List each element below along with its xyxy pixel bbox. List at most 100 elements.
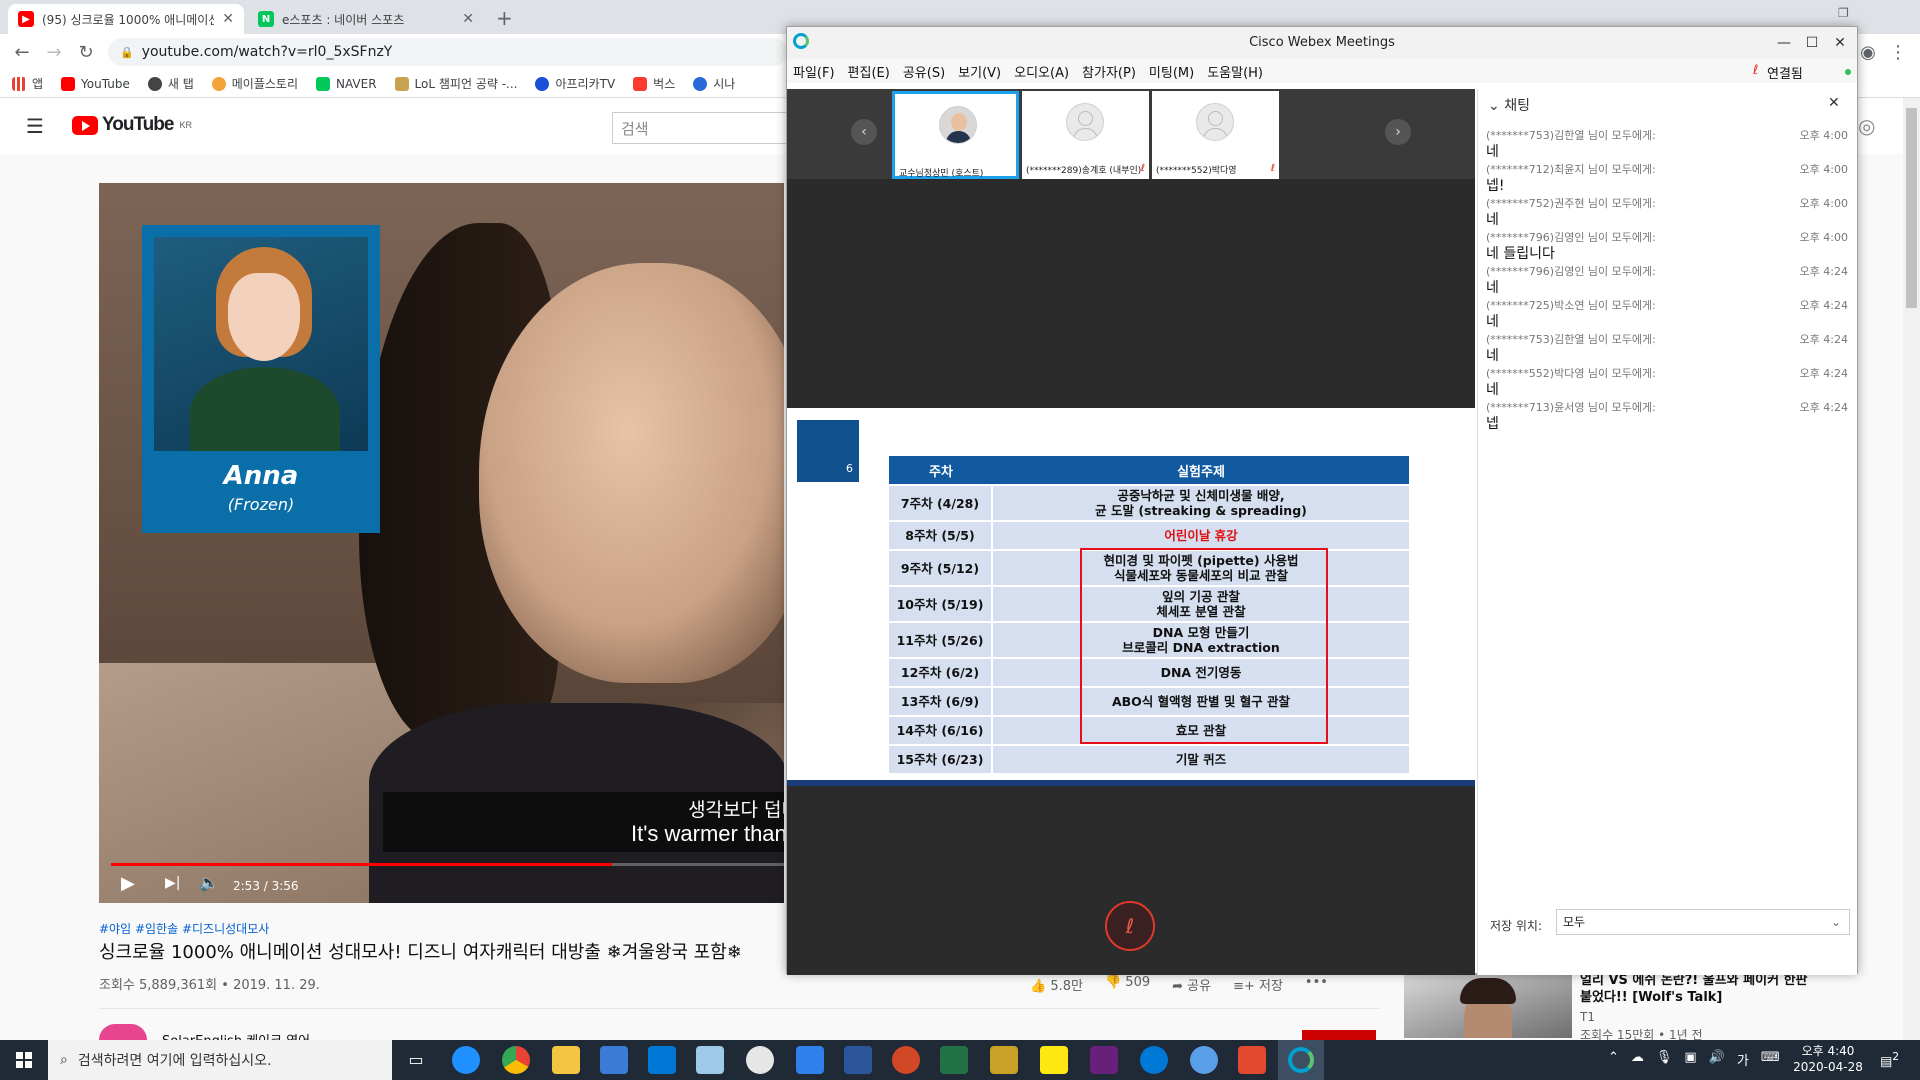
close-icon[interactable]: ✕	[1827, 31, 1853, 55]
back-icon[interactable]: ←	[10, 40, 34, 64]
bookmark-afreecatv[interactable]: 아프리카TV	[535, 75, 615, 92]
save-button[interactable]: ≡+ 저장	[1233, 975, 1283, 994]
recommended-video[interactable]: 얼리 VS 에쉬 논란?! 울프와 페이커 한판 붙었다!! [Wolf's T…	[1404, 972, 1824, 1042]
tab-naver-sports[interactable]: N e스포츠 : 네이버 스포츠 ✕	[248, 4, 484, 34]
notes-icon[interactable]	[696, 1046, 724, 1074]
recommended-thumbnail[interactable]	[1404, 974, 1572, 1038]
participant-tile[interactable]: (*******552)박다영 ℓ	[1152, 91, 1279, 179]
microphone-icon[interactable]: 🎙	[1656, 1050, 1673, 1069]
youtube-search-input[interactable]: 검색	[612, 112, 792, 144]
file-explorer-icon[interactable]	[552, 1046, 580, 1074]
scrollbar-thumb[interactable]	[1906, 108, 1917, 308]
participant-tile[interactable]: (*******289)송계호 (내부인) ℓ	[1022, 91, 1149, 179]
menu-file[interactable]: 파일(F)	[793, 62, 835, 81]
subscribe-button[interactable]	[1302, 1030, 1376, 1040]
task-view-icon[interactable]: ▭	[402, 1046, 430, 1074]
edge-icon[interactable]	[1140, 1046, 1168, 1074]
menu-share[interactable]: 공유(S)	[903, 62, 945, 81]
phone-icon[interactable]	[796, 1046, 824, 1074]
video-hashtags[interactable]: #야임 #임한솔 #디즈니성대모사	[99, 920, 269, 937]
menu-meeting[interactable]: 미팅(M)	[1149, 62, 1194, 81]
video-progress-bar[interactable]	[111, 863, 784, 866]
league-of-legends-icon[interactable]	[990, 1046, 1018, 1074]
chrome-menu-icon[interactable]: ⋮	[1886, 40, 1910, 64]
video-meta: 조회수 5,889,361회 • 2019. 11. 29.	[99, 978, 320, 993]
zoom-icon[interactable]	[1190, 1046, 1218, 1074]
paint-icon[interactable]	[746, 1046, 774, 1074]
hamburger-menu-icon[interactable]: ☰	[26, 114, 44, 138]
video-title: 싱크로율 1000% 애니메이션 성대모사! 디즈니 여자캐릭터 대방출 ❄겨울…	[99, 942, 742, 963]
chat-sender: (*******753)김한열 님이 모두에게:	[1486, 333, 1656, 346]
maximize-icon[interactable]: ☐	[1799, 31, 1825, 55]
mute-button[interactable]: ℓ	[1105, 901, 1155, 951]
network-icon[interactable]: ▣	[1684, 1050, 1696, 1069]
chat-close-icon[interactable]: ✕	[1828, 95, 1840, 111]
address-bar[interactable]: 🔒 youtube.com/watch?v=rl0_5xSFnzY	[108, 38, 788, 66]
chevron-up-icon[interactable]: ⌃	[1608, 1050, 1619, 1069]
cloud-icon[interactable]: ☁	[1631, 1050, 1644, 1069]
bookmark-youtube[interactable]: YouTube	[61, 76, 130, 91]
strip-next-icon[interactable]: ›	[1385, 119, 1411, 145]
profile-icon[interactable]: ◉	[1856, 40, 1880, 64]
matlab-icon[interactable]	[1238, 1046, 1266, 1074]
bookmark-lol[interactable]: LoL 챔피언 공략 -...	[394, 75, 517, 92]
week-cell: 7주차 (4/28)	[889, 486, 993, 520]
volume-icon[interactable]: 🔊	[1709, 1050, 1725, 1069]
menu-participants[interactable]: 참가자(P)	[1082, 62, 1136, 81]
table-row: 15주차 (6/23) 기말 퀴즈	[889, 746, 1409, 773]
page-scrollbar[interactable]	[1903, 98, 1920, 1040]
word-icon[interactable]	[844, 1046, 872, 1074]
edge-legacy-icon[interactable]	[452, 1046, 480, 1074]
close-tab-icon[interactable]: ✕	[462, 11, 474, 27]
webex-taskbar-button[interactable]	[1278, 1040, 1324, 1080]
visual-studio-icon[interactable]	[1090, 1046, 1118, 1074]
volume-icon[interactable]: 🔈	[199, 873, 219, 892]
chat-sender: (*******796)김영인 님이 모두에게:	[1486, 265, 1656, 278]
tab-youtube[interactable]: ▶ (95) 싱크로율 1000% 애니메이션 ✕	[8, 4, 244, 34]
taskbar-search-input[interactable]: ⌕ 검색하려면 여기에 입력하십시오.	[48, 1040, 392, 1080]
next-icon[interactable]: ▶|	[165, 875, 180, 891]
youtube-logo[interactable]: YouTube KR	[72, 114, 192, 136]
bookmark-apps[interactable]: 앱	[12, 75, 43, 92]
play-icon[interactable]: ▶	[121, 873, 141, 897]
close-tab-icon[interactable]: ✕	[222, 11, 234, 27]
powerpoint-icon[interactable]	[892, 1046, 920, 1074]
chat-header[interactable]: ⌄ 채팅	[1488, 95, 1530, 115]
like-button[interactable]: 👍 5.8만	[1030, 975, 1083, 994]
minimize-icon[interactable]: —	[1771, 31, 1797, 55]
new-tab-button[interactable]: +	[496, 6, 513, 30]
bookmark-maplestory[interactable]: 메이플스토리	[211, 75, 298, 92]
menu-audio[interactable]: 오디오(A)	[1014, 62, 1069, 81]
participant-tile[interactable]: 교수님정상민 (호스트)	[892, 91, 1019, 179]
bookmark-sina[interactable]: 시나	[693, 75, 735, 92]
start-button[interactable]	[0, 1040, 48, 1080]
strip-prev-icon[interactable]: ‹	[851, 119, 877, 145]
forward-icon[interactable]: →	[42, 40, 66, 64]
bookmark-naver[interactable]: NAVER	[316, 76, 377, 91]
share-button[interactable]: ➦ 공유	[1172, 975, 1211, 994]
save-location-select[interactable]: 모두 ⌄	[1556, 909, 1850, 935]
store-icon[interactable]	[600, 1046, 628, 1074]
bookmark-bugs[interactable]: 벅스	[633, 75, 675, 92]
menu-help[interactable]: 도움말(H)	[1207, 62, 1263, 81]
channel-avatar[interactable]	[99, 1024, 147, 1040]
kakaotalk-icon[interactable]	[1040, 1046, 1068, 1074]
account-avatar[interactable]: ◎	[1858, 114, 1875, 138]
recommended-title[interactable]: 얼리 VS 에쉬 논란?! 울프와 페이커 한판 붙었다!! [Wolf's T…	[1580, 972, 1820, 1006]
menu-view[interactable]: 보기(V)	[958, 62, 1001, 81]
connection-status[interactable]: 연결됨	[1767, 63, 1803, 82]
notification-center-icon[interactable]: ▤2	[1880, 1050, 1899, 1069]
ime-indicator[interactable]: 가	[1737, 1050, 1749, 1069]
more-actions-button[interactable]: •••	[1305, 975, 1328, 994]
menu-edit[interactable]: 편집(E)	[848, 62, 890, 81]
keyboard-icon[interactable]: ⌨	[1761, 1050, 1780, 1069]
chrome-icon[interactable]	[502, 1046, 530, 1074]
mail-icon[interactable]	[648, 1046, 676, 1074]
restore-window-icon[interactable]: ❐	[1838, 6, 1849, 20]
clock[interactable]: 오후 4:40 2020-04-28	[1786, 1043, 1870, 1075]
dislike-button[interactable]: 👎 509	[1105, 975, 1150, 994]
reload-icon[interactable]: ↻	[74, 40, 98, 64]
excel-icon[interactable]	[940, 1046, 968, 1074]
bookmark-new-tab[interactable]: 새 탭	[147, 75, 194, 92]
apps-grid-icon	[12, 76, 26, 91]
